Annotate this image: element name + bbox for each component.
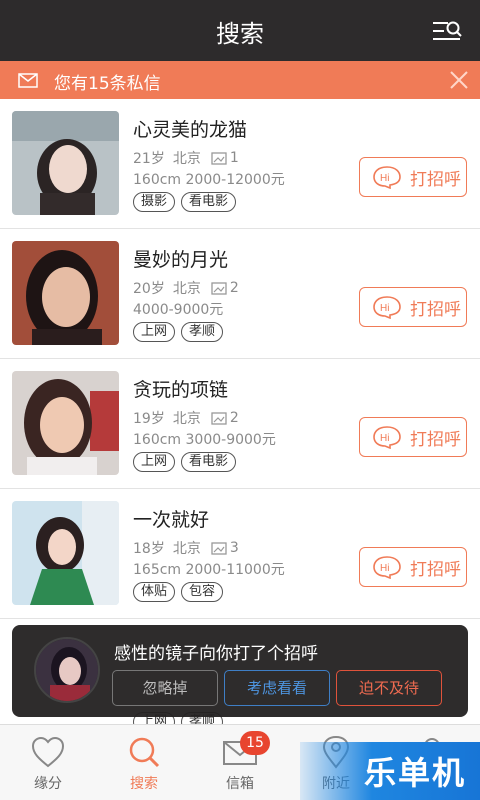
close-icon[interactable] [448, 69, 470, 91]
photo-count-icon [211, 151, 227, 165]
consider-button[interactable]: 考虑看看 [224, 670, 330, 706]
interest-tag: 看电影 [181, 192, 237, 212]
profile-row[interactable]: 心灵美的龙猫 21岁 北京 1 160cm 2000-12000元 摄影 看电影… [0, 99, 480, 229]
profile-city: 北京 [172, 151, 201, 167]
notice-text: 您有15条私信 [54, 74, 161, 94]
greet-button[interactable]: Hi 打招呼 [359, 157, 467, 197]
profile-city: 北京 [172, 281, 201, 297]
profile-age: 18岁 [133, 541, 165, 557]
hi-bubble-icon: Hi [373, 296, 401, 319]
profile-city: 北京 [172, 411, 201, 427]
greet-label: 打招呼 [410, 299, 461, 320]
svg-text:Hi: Hi [380, 563, 389, 574]
interest-tag: 孝顺 [181, 322, 224, 342]
profile-stats: 160cm 3000-9000元 [133, 432, 276, 448]
profile-row[interactable]: 曼妙的月光 20岁 北京 2 4000-9000元 上网 孝顺 Hi 打招呼 [0, 229, 480, 359]
tab-label: 搜索 [130, 776, 158, 792]
heart-icon [31, 736, 65, 768]
profile-name: 曼妙的月光 [133, 249, 229, 271]
profile-name: 贪玩的项链 [133, 379, 229, 401]
photo-count: 2 [229, 280, 239, 296]
profile-meta: 21岁 北京 1 [133, 148, 239, 168]
interest-tag: 上网 [133, 322, 176, 342]
profile-tags: 体贴 包容 [133, 582, 224, 602]
page-title: 搜索 [216, 20, 264, 48]
profile-stats: 165cm 2000-11000元 [133, 562, 285, 578]
avatar [34, 637, 100, 703]
greeting-message: 感性的镜子向你打了个招呼 [114, 644, 318, 664]
greet-label: 打招呼 [410, 429, 461, 450]
profile-photo[interactable] [12, 371, 119, 475]
profile-age: 19岁 [133, 411, 165, 427]
hi-bubble-icon: Hi [373, 426, 401, 449]
greet-button[interactable]: Hi 打招呼 [359, 287, 467, 327]
interest-tag: 体贴 [133, 582, 176, 602]
hi-bubble-icon: Hi [373, 166, 401, 189]
profile-photo[interactable] [12, 241, 119, 345]
tab-label: 缘分 [34, 776, 62, 792]
watermark-logo: 乐单机 [300, 742, 480, 800]
svg-text:Hi: Hi [380, 173, 389, 184]
profile-meta: 19岁 北京 2 [133, 408, 239, 428]
photo-count-icon [211, 541, 227, 555]
profile-name: 一次就好 [133, 509, 210, 531]
profile-name: 心灵美的龙猫 [133, 119, 248, 141]
urgent-button[interactable]: 迫不及待 [336, 670, 442, 706]
photo-count: 1 [229, 150, 239, 166]
tab-search[interactable]: 搜索 [96, 725, 192, 800]
profile-row[interactable]: 一次就好 18岁 北京 3 165cm 2000-11000元 体贴 包容 Hi… [0, 489, 480, 619]
profile-stats: 160cm 2000-12000元 [133, 172, 285, 188]
profile-city: 北京 [172, 541, 201, 557]
photo-count-icon [211, 281, 227, 295]
message-notice-bar[interactable]: 您有15条私信 [0, 61, 480, 99]
search-icon [129, 737, 160, 768]
top-bar: 搜索 [0, 0, 480, 61]
interest-tag: 摄影 [133, 192, 176, 212]
interest-tag: 上网 [133, 452, 176, 472]
profile-meta: 20岁 北京 2 [133, 278, 239, 298]
watermark-text: 乐单机 [363, 754, 466, 792]
profile-tags: 上网 孝顺 [133, 322, 224, 342]
tab-mailbox[interactable]: 信箱 [192, 725, 288, 800]
photo-count: 3 [229, 540, 239, 556]
greeting-popup: 感性的镜子向你打了个招呼 忽略掉 考虑看看 迫不及待 [12, 625, 468, 717]
unread-badge: 15 [240, 731, 270, 755]
profile-tags: 上网 看电影 [133, 452, 237, 472]
interest-tag: 看电影 [181, 452, 237, 472]
greet-label: 打招呼 [410, 169, 461, 190]
photo-count-icon [211, 411, 227, 425]
interest-tag: 包容 [181, 582, 224, 602]
profile-age: 20岁 [133, 281, 165, 297]
greet-label: 打招呼 [410, 559, 461, 580]
profile-age: 21岁 [133, 151, 165, 167]
svg-text:Hi: Hi [380, 433, 389, 444]
tab-label: 信箱 [226, 776, 254, 792]
hi-bubble-icon: Hi [373, 556, 401, 579]
profile-stats: 4000-9000元 [133, 302, 224, 318]
profile-photo[interactable] [12, 111, 119, 215]
profile-tags: 摄影 看电影 [133, 192, 237, 212]
mail-icon [18, 73, 38, 88]
filter-search-icon[interactable] [432, 20, 462, 42]
profile-photo[interactable] [12, 501, 119, 605]
photo-count: 2 [229, 410, 239, 426]
greet-button[interactable]: Hi 打招呼 [359, 417, 467, 457]
tab-fate[interactable]: 缘分 [0, 725, 96, 800]
svg-text:Hi: Hi [380, 303, 389, 314]
greet-button[interactable]: Hi 打招呼 [359, 547, 467, 587]
profile-row[interactable]: 贪玩的项链 19岁 北京 2 160cm 3000-9000元 上网 看电影 H… [0, 359, 480, 489]
ignore-button[interactable]: 忽略掉 [112, 670, 218, 706]
profile-meta: 18岁 北京 3 [133, 538, 239, 558]
